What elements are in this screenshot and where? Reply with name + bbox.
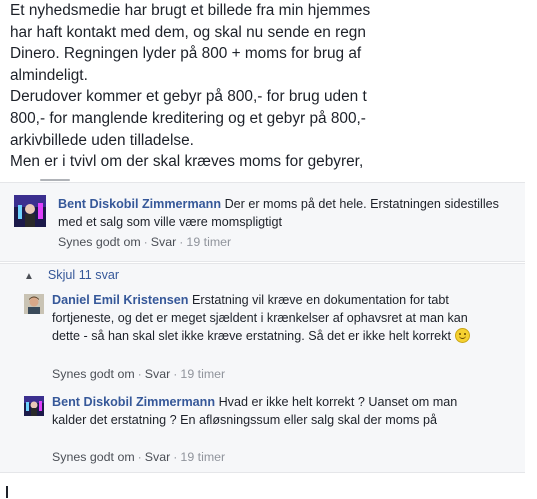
reply-content: Bent Diskobil Zimmermann Hvad er ikke he… [52, 393, 472, 429]
reply-content: Daniel Emil Kristensen Erstatning vil kr… [52, 291, 472, 346]
post-line: arkivbillede uden tilladelse. [10, 131, 194, 149]
reply-author-link[interactable]: Bent Diskobil Zimmermann [52, 395, 215, 409]
comment-timestamp[interactable]: 19 timer [186, 235, 231, 249]
hide-replies-link[interactable]: ▲ Skjul 11 svar [24, 268, 119, 282]
post-line: almindeligt. [10, 66, 88, 84]
avatar[interactable] [24, 294, 44, 314]
avatar-photo-icon [24, 294, 44, 314]
chevron-up-icon: ▲ [24, 271, 34, 282]
hide-replies-label: Skjul 11 svar [47, 268, 120, 282]
like-link[interactable]: Synes godt om [58, 235, 141, 249]
avatar[interactable] [14, 195, 46, 227]
post-line: har haft kontakt med dem, og skal nu sen… [10, 23, 366, 41]
reply-timestamp[interactable]: 19 timer [180, 450, 225, 464]
like-link[interactable]: Synes godt om [52, 367, 135, 381]
post-body: Et nyhedsmedie har brugt et billede fra … [10, 0, 372, 173]
post-line: Et nyhedsmedie har brugt et billede fra … [10, 2, 371, 19]
comment-content: Bent Diskobil Zimmermann Der er moms på … [58, 195, 522, 231]
avatar-photo-icon [14, 195, 46, 227]
avatar-photo-icon [24, 396, 44, 416]
reply-actions: Synes godt om · Svar · 19 timer [52, 367, 226, 381]
post-line: Dinero. Regningen lyder på 800 + moms fo… [10, 45, 362, 63]
comment-actions: Synes godt om · Svar · 19 timer [58, 235, 232, 249]
text-cursor [6, 486, 8, 498]
reply-author-link[interactable]: Daniel Emil Kristensen [52, 293, 188, 307]
avatar[interactable] [24, 396, 44, 416]
reply-actions: Synes godt om · Svar · 19 timer [52, 450, 226, 464]
reply-link[interactable]: Svar [145, 450, 170, 464]
comment-author-link[interactable]: Bent Diskobil Zimmermann [58, 197, 221, 211]
post-line: 800,- for manglende kreditering og et ge… [10, 109, 366, 127]
post-line: Men er i tvivl om der skal kræves moms f… [10, 153, 364, 171]
reply-link[interactable]: Svar [151, 235, 176, 249]
reply-link[interactable]: Svar [145, 367, 170, 381]
reply-timestamp[interactable]: 19 timer [180, 367, 225, 381]
post-line: Derudover kommer et gebyr på 800,- for b… [10, 88, 367, 106]
smiley-emoji-icon [454, 328, 470, 344]
like-link[interactable]: Synes godt om [52, 450, 135, 464]
